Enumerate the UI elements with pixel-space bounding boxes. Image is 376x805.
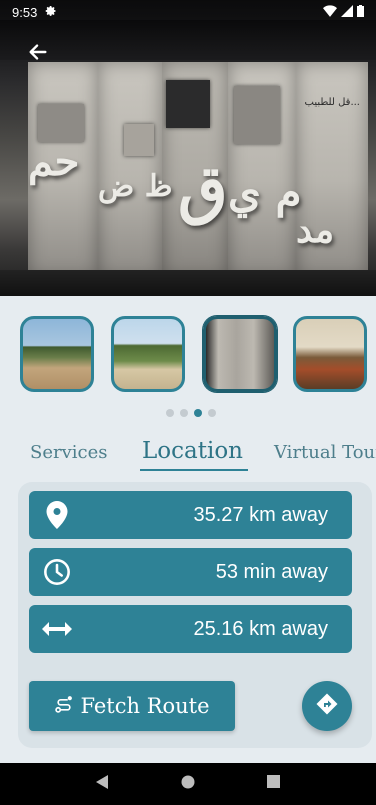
straight-distance-row: 25.16 km away — [29, 605, 352, 653]
tab-bar: Services Location Virtual Tour — [0, 436, 376, 476]
hero-exhibit-panels: حم ظ ض ق م ي مد قل للطبيب... — [28, 62, 368, 278]
hero-calligraphy-center: ق — [178, 152, 228, 227]
tab-underline — [140, 469, 248, 471]
hero-plaque-text: قل للطبيب... — [304, 97, 361, 108]
duration-text: 53 min away — [215, 560, 328, 583]
duration-row: 53 min away — [29, 548, 352, 596]
nav-back-icon[interactable] — [95, 774, 110, 794]
back-button[interactable] — [22, 38, 54, 70]
directions-icon — [315, 692, 339, 721]
wifi-icon — [323, 4, 337, 20]
hero-calligraphy-right: م ي — [228, 168, 302, 217]
system-nav-bar — [0, 763, 376, 805]
battery-icon — [357, 4, 364, 20]
thumbnail-stairs[interactable] — [20, 316, 94, 392]
pager-dot-active — [194, 409, 202, 417]
pager-dots — [166, 409, 216, 417]
directions-button[interactable] — [302, 681, 352, 731]
thumbnail-carousel[interactable] — [20, 316, 376, 396]
thumbnail-interior[interactable] — [293, 316, 367, 392]
hero-plaque — [38, 104, 84, 142]
distance-row: 35.27 km away — [29, 491, 352, 539]
settings-icon — [45, 5, 57, 20]
hero-floor — [0, 270, 376, 296]
nav-recents-icon[interactable] — [267, 775, 281, 793]
location-pin-icon — [33, 491, 81, 539]
status-bar: 9:53 — [0, 0, 376, 24]
clock-icon — [33, 548, 81, 596]
location-card: 35.27 km away 53 min away 25.16 km away … — [18, 482, 372, 748]
signal-icon — [341, 4, 353, 20]
pager-dot — [208, 409, 216, 417]
fetch-route-button[interactable]: Fetch Route — [29, 681, 235, 731]
pager-dot — [180, 409, 188, 417]
hero-plaque — [124, 124, 154, 156]
fetch-route-label: Fetch Route — [80, 694, 210, 718]
hero-calligraphy-mid: ظ ض — [98, 169, 173, 204]
hero-calligraphy-far-right: مد — [296, 209, 335, 251]
hero-image: حم ظ ض ق م ي مد قل للطبيب... — [0, 0, 376, 296]
distance-text: 35.27 km away — [193, 503, 328, 526]
pager-dot — [166, 409, 174, 417]
straight-distance-text: 25.16 km away — [193, 617, 328, 640]
tab-location[interactable]: Location — [142, 438, 243, 464]
thumbnail-exhibit[interactable] — [203, 316, 277, 392]
hero-plaque — [234, 86, 280, 144]
tab-virtual-tour[interactable]: Virtual Tour — [274, 442, 376, 463]
nav-home-icon[interactable] — [181, 775, 195, 794]
tab-services[interactable]: Services — [30, 442, 107, 463]
route-icon — [54, 694, 74, 719]
status-time: 9:53 — [12, 4, 38, 20]
horizontal-arrows-icon — [33, 605, 81, 653]
hero-ceiling — [0, 20, 376, 60]
hero-plaque-dark — [166, 80, 210, 128]
arrow-left-icon — [27, 41, 49, 68]
thumbnail-garden[interactable] — [111, 316, 185, 392]
hero-calligraphy-left: حم — [28, 138, 80, 185]
